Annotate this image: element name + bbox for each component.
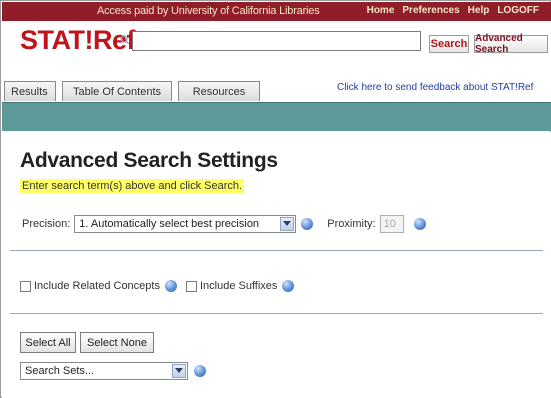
preferences-link[interactable]: Preferences bbox=[402, 5, 459, 16]
select-none-button[interactable]: Select None bbox=[80, 332, 154, 353]
header: Access paid by University of California … bbox=[2, 2, 551, 102]
main-content: Advanced Search Settings Enter search te… bbox=[2, 132, 551, 398]
search-sets-help-icon[interactable] bbox=[194, 365, 206, 377]
tab-bar: Results Table Of Contents Resources bbox=[4, 81, 260, 101]
select-all-button[interactable]: Select All bbox=[20, 332, 76, 353]
proximity-label: Proximity: bbox=[327, 218, 376, 230]
logoff-link[interactable]: LOGOFF bbox=[497, 5, 539, 16]
page-title: Advanced Search Settings bbox=[20, 149, 278, 172]
search-input[interactable] bbox=[132, 31, 421, 51]
chevron-down-icon bbox=[280, 217, 295, 231]
precision-label: Precision: bbox=[22, 218, 71, 230]
precision-select[interactable]: 1. Automatically select best precision bbox=[74, 215, 297, 233]
proximity-input[interactable]: 10 bbox=[379, 215, 404, 233]
search-sets-row: Search Sets... bbox=[20, 362, 206, 380]
home-link[interactable]: Home bbox=[367, 5, 395, 16]
chevron-down-icon bbox=[172, 364, 186, 378]
related-concepts-label: Include Related Concepts bbox=[34, 280, 160, 292]
page-frame: Access paid by University of California … bbox=[0, 0, 551, 398]
section-divider bbox=[10, 250, 543, 251]
selection-buttons: Select All Select None bbox=[20, 332, 154, 353]
suffixes-label: Include Suffixes bbox=[199, 280, 278, 292]
proximity-help-icon[interactable] bbox=[413, 218, 426, 230]
precision-row: Precision: 1. Automatically select best … bbox=[20, 215, 426, 233]
related-concepts-checkbox[interactable] bbox=[20, 280, 31, 292]
tab-table-of-contents[interactable]: Table Of Contents bbox=[62, 81, 172, 101]
search-sets-select[interactable]: Search Sets... bbox=[20, 362, 188, 380]
advanced-search-button[interactable]: Advanced Search bbox=[474, 33, 548, 55]
statref-logo[interactable]: STAT!Ref bbox=[20, 25, 135, 56]
top-links: Home Preferences Help LOGOFF bbox=[367, 5, 539, 16]
precision-help-icon[interactable] bbox=[301, 218, 314, 230]
precision-value: 1. Automatically select best precision bbox=[79, 218, 260, 230]
help-link[interactable]: Help bbox=[468, 5, 490, 16]
suffixes-help-icon[interactable] bbox=[282, 280, 295, 292]
tab-resources[interactable]: Resources bbox=[178, 81, 260, 101]
options-row: Include Related Concepts Include Suffixe… bbox=[20, 280, 295, 292]
section-divider bbox=[10, 313, 543, 314]
nav-band bbox=[2, 102, 551, 131]
search-sets-value: Search Sets... bbox=[25, 365, 95, 377]
search-button[interactable]: Search bbox=[429, 35, 469, 53]
related-concepts-help-icon[interactable] bbox=[164, 280, 177, 292]
search-hint: Enter search term(s) above and click Sea… bbox=[20, 179, 245, 193]
top-bar: Access paid by University of California … bbox=[2, 2, 551, 21]
suffixes-checkbox[interactable] bbox=[185, 280, 197, 292]
tab-results[interactable]: Results bbox=[4, 81, 56, 101]
access-notice: Access paid by University of California … bbox=[97, 5, 320, 17]
magnifier-icon bbox=[120, 35, 130, 45]
feedback-link[interactable]: Click here to send feedback about STAT!R… bbox=[337, 82, 533, 93]
